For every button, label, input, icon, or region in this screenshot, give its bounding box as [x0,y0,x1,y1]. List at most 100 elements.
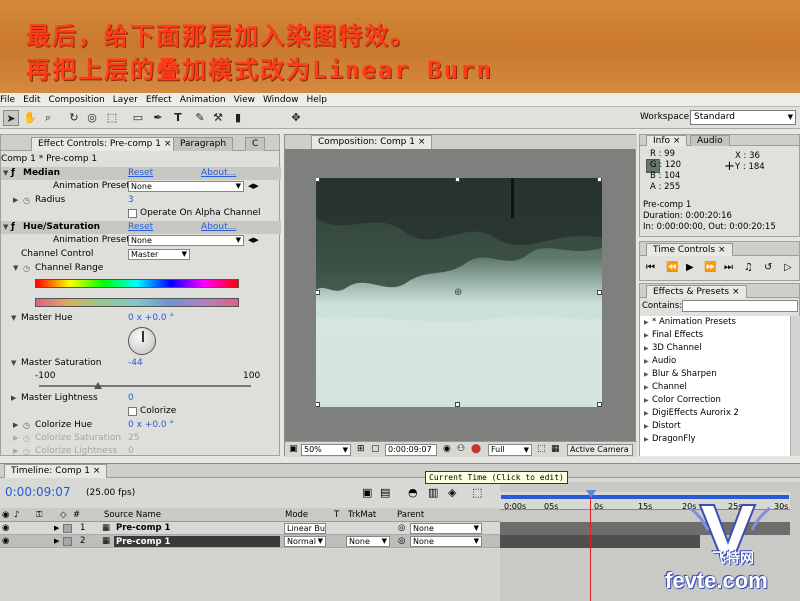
layer-handle[interactable] [455,402,460,407]
menu-effect[interactable]: Effect [142,95,176,105]
layer-handle[interactable] [597,178,602,182]
pen-tool-icon[interactable]: ✒ [150,110,166,126]
current-time-indicator-line[interactable] [590,498,591,601]
preset-prev-icon[interactable]: ◀▶ [248,234,259,247]
master-sat-slider-thumb[interactable] [94,382,103,389]
menu-layer[interactable]: Layer [109,95,142,105]
layer-handle[interactable] [597,290,602,295]
median-effect-header[interactable]: ▼ ƒ Median Reset About... [1,167,281,180]
effects-list-scrollbar[interactable] [790,316,800,456]
expand-triangle-icon[interactable]: ▶ [13,419,18,432]
tab-timeline[interactable]: Timeline: Comp 1 × [4,464,108,478]
transparency-grid-icon[interactable]: ▦ [551,444,560,454]
eraser-tool-icon[interactable]: ▮ [230,110,246,126]
comp-mini-flowchart-icon[interactable]: ▣ [362,486,372,499]
region-of-interest-icon[interactable]: ⬚ [537,444,546,454]
prev-frame-icon[interactable]: ⏪ [666,262,678,273]
resolution-select[interactable]: Full ▼ [488,444,532,456]
table-row[interactable]: ◉ ▶ 2 ▦ Pre-comp 1 Normal ▼ None ▼ ◎ None ▼ [0,535,500,548]
pick-whip-icon[interactable]: ◎ [398,535,405,548]
hue-sat-presets-select[interactable]: None ▼ [128,235,244,246]
motion-blur-icon[interactable]: ◈ [448,486,456,499]
stopwatch-icon[interactable]: ◷ [23,419,30,432]
col-parent[interactable]: Parent [397,508,424,522]
layer-parent-select[interactable]: None ▼ [410,523,482,534]
contains-search-input[interactable] [682,300,798,312]
workspace-select[interactable]: Standard ▼ [690,110,796,125]
play-icon[interactable]: ▶ [686,262,694,273]
frame-blending-icon[interactable]: ▥ [428,486,438,499]
layer-2-duration-bar[interactable] [500,535,700,548]
mask-view-icon[interactable]: ▢ [371,444,380,454]
master-sat-slider-track[interactable] [39,382,251,389]
median-presets-select[interactable]: None ▼ [128,181,244,192]
expand-triangle-icon[interactable]: ▶ [11,392,16,405]
channel-range-bottom-bar[interactable] [35,298,239,307]
hue-sat-about-link[interactable]: About... [201,221,236,234]
operate-alpha-checkbox[interactable] [128,209,137,218]
rectangle-tool-icon[interactable]: ▭ [130,110,146,126]
channel-range-top-bar[interactable] [35,279,239,288]
stopwatch-icon[interactable]: ◷ [23,194,30,207]
camera-select[interactable]: Active Camera [567,444,633,456]
radius-value[interactable]: 3 [128,194,134,207]
anchor-point-icon[interactable]: ⊕ [454,287,462,298]
rotate-tool-icon[interactable]: ↻ [66,110,82,126]
menu-edit[interactable]: Edit [19,95,44,105]
next-frame-icon[interactable]: ⏩ [704,262,716,273]
label-color-swatch[interactable] [63,537,72,546]
tab-audio[interactable]: Audio [690,135,730,146]
selection-tool-icon[interactable]: ➤ [3,110,19,126]
layer-handle[interactable] [316,402,320,407]
tab-effects-presets[interactable]: Effects & Presets × [646,285,747,298]
draft-3d-icon[interactable]: ◓ [408,486,418,499]
zoom-tool-icon[interactable]: ⌕ [40,110,56,126]
brush-tool-icon[interactable]: ✎ [192,110,208,126]
colorize-checkbox[interactable] [128,407,137,416]
col-source-name[interactable]: Source Name [104,508,161,522]
close-icon[interactable]: × [729,287,740,297]
menu-view[interactable]: View [230,95,259,105]
close-icon[interactable]: × [418,137,426,147]
menu-window[interactable]: Window [259,95,303,105]
close-icon[interactable]: × [164,139,172,149]
graph-editor-icon[interactable]: ⬚ [472,486,482,499]
menu-file[interactable]: File [0,95,19,105]
layer-name-selected[interactable]: Pre-comp 1 [114,536,280,547]
expand-triangle-icon[interactable]: ▼ [11,357,16,370]
always-preview-icon[interactable]: ▣ [289,444,298,454]
hue-sat-reset-link[interactable]: Reset [128,221,153,234]
work-area-bar[interactable] [501,495,789,499]
timeline-current-time[interactable]: 0:00:09:07 [5,485,71,499]
hand-tool-icon[interactable]: ✋ [22,110,38,126]
layer-handle[interactable] [316,178,320,182]
hue-sat-effect-header[interactable]: ▼ ƒ Hue/Saturation Reset About... [1,221,281,234]
layer-handle[interactable] [316,290,320,295]
table-row[interactable]: ◉ ▶ 1 ▦ Pre-comp 1 Linear Bu ◎ None ▼ [0,522,500,535]
expand-triangle-icon[interactable]: ▼ [11,312,16,325]
pick-whip-icon[interactable]: ◎ [398,522,405,535]
pan-behind-icon[interactable]: ⬚ [104,110,120,126]
stopwatch-icon[interactable]: ◷ [23,262,30,275]
tab-time-controls[interactable]: Time Controls × [646,243,733,256]
zoom-select[interactable]: 50% ▼ [301,444,351,456]
expand-triangle-icon[interactable]: ▶ [54,535,59,548]
menu-help[interactable]: Help [302,95,331,105]
first-frame-icon[interactable]: ⏮ [646,262,655,273]
master-hue-dial[interactable] [128,327,156,355]
expand-triangle-icon[interactable]: ▼ [3,221,8,234]
layer-mode-select[interactable]: Linear Bu [284,523,326,534]
channel-icon[interactable]: ⬤ [471,444,481,454]
tab-info[interactable]: Info × [646,135,688,146]
move-anchor-icon[interactable]: ✥ [288,110,304,126]
layer-handle[interactable] [455,178,460,182]
eye-icon[interactable]: ◉ [2,535,9,548]
fx-icon[interactable]: ƒ [11,167,15,180]
menu-animation[interactable]: Animation [176,95,230,105]
fx-icon[interactable]: ƒ [11,221,15,234]
menu-composition[interactable]: Composition [45,95,109,105]
expand-triangle-icon[interactable]: ▼ [13,262,18,275]
layer-name[interactable]: Pre-comp 1 [116,522,170,535]
median-reset-link[interactable]: Reset [128,167,153,180]
label-color-swatch[interactable] [63,524,72,533]
